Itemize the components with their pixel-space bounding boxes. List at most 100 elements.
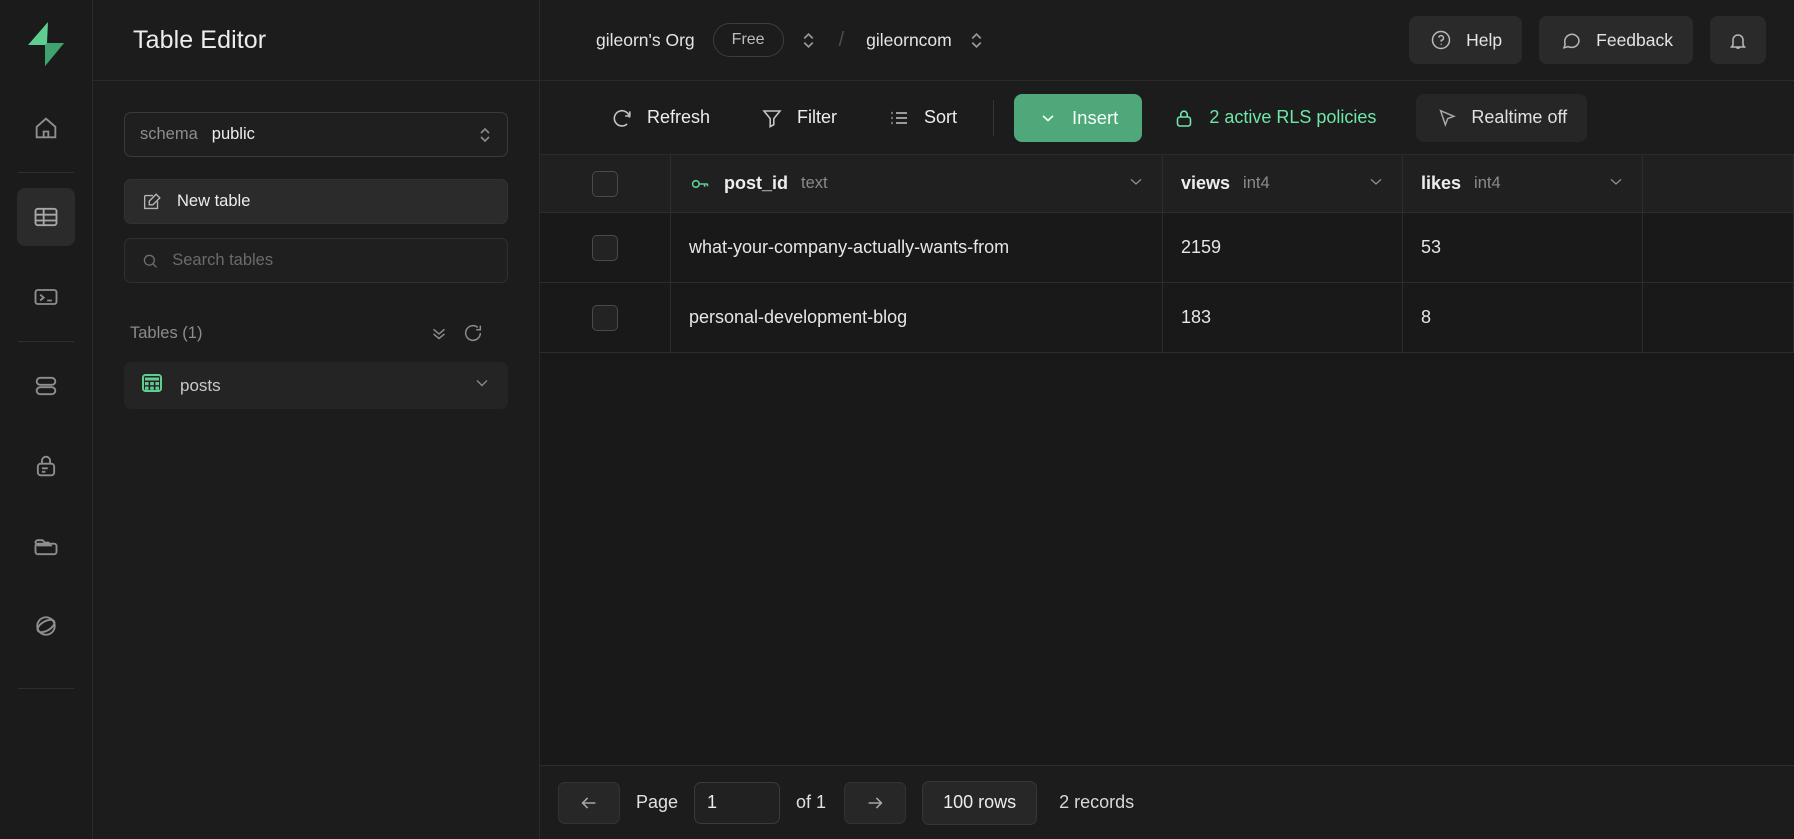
rail-divider [18,341,74,342]
insert-label: Insert [1072,106,1119,128]
refresh-button[interactable]: Refresh [596,96,724,140]
lock-icon [1177,109,1192,127]
rail-item-database[interactable] [17,357,75,415]
table-name: posts [180,375,221,395]
chevron-down-icon[interactable] [472,373,492,398]
rls-label: 2 active RLS policies [1209,107,1377,127]
column-name: views [1181,173,1231,193]
cell-value: 53 [1421,237,1442,257]
insert-button[interactable]: Insert [1014,93,1143,142]
cell-post_id[interactable]: what-your-company-actually-wants-from [671,213,1163,282]
new-table-button[interactable]: New table [124,179,508,224]
select-all-cell[interactable] [540,155,671,212]
cell-likes[interactable]: 8 [1403,283,1643,352]
rail-item-edge-functions[interactable] [17,597,75,655]
search-icon [143,254,158,268]
column-header-post_id[interactable]: post_id text [671,155,1163,212]
filter-label: Filter [797,107,838,127]
row-checkbox[interactable] [592,234,618,261]
funnel-icon [762,109,782,128]
tables-count-label: Tables (1) [130,323,203,342]
breadcrumb-org[interactable]: gileorn's Org [596,30,695,51]
row-checkbox[interactable] [592,304,618,331]
bell-icon [1730,34,1746,50]
help-label: Help [1466,29,1503,50]
rail-item-sql-editor[interactable] [17,268,75,326]
chevron-down-icon [1042,114,1054,122]
tables-section-header: Tables (1) [124,318,508,348]
table-grid-icon [140,371,164,400]
column-header-views[interactable]: views int4 [1163,155,1403,212]
panel-header: Table Editor [93,0,539,81]
row-select-cell[interactable] [540,283,671,352]
feedback-button[interactable]: Feedback [1539,16,1693,64]
column-name: post_id [724,173,789,193]
rls-policies-button[interactable]: 2 active RLS policies [1172,106,1376,130]
pagination-bar: Page of 1 100 rows 2 records [540,765,1794,839]
cell-likes[interactable]: 53 [1403,213,1643,282]
realtime-toggle-button[interactable]: Realtime off [1416,93,1588,142]
plan-badge[interactable]: Free [712,23,784,57]
help-circle-icon [1431,30,1451,50]
grid-toolbar: Refresh Filter Sort Insert 2 active RLS … [540,81,1794,155]
sort-button[interactable]: Sort [873,96,971,140]
list-item[interactable]: posts [124,362,508,409]
rail-item-home[interactable] [17,99,75,157]
arrow-right-icon [868,796,883,809]
row-select-cell[interactable] [540,213,671,282]
column-type: int4 [1243,174,1270,192]
column-header-overflow [1643,155,1794,212]
previous-page-button[interactable] [558,781,620,824]
refresh-icon[interactable] [456,320,490,346]
org-switcher-icon[interactable] [800,31,817,50]
new-table-label: New table [177,192,251,210]
cell-post_id[interactable]: personal-development-blog [671,283,1163,352]
rail-item-storage[interactable] [17,517,75,575]
refresh-icon [613,109,631,127]
top-bar: gileorn's Org Free / gileorncom Help Fee… [540,0,1794,81]
refresh-label: Refresh [647,107,711,127]
chevron-up-down-icon [477,126,493,144]
supabase-logo-icon[interactable] [20,18,72,70]
message-bubble-icon [1562,33,1580,49]
cell-overflow [1643,213,1794,282]
search-tables-box[interactable] [124,238,508,283]
rail-item-table-editor[interactable] [17,188,75,246]
table-row[interactable]: personal-development-blog 183 8 [540,283,1794,353]
chevrons-down-icon[interactable] [422,320,456,346]
cell-views[interactable]: 2159 [1163,213,1403,282]
chevron-down-icon[interactable] [1606,171,1626,196]
chevron-down-icon[interactable] [1126,171,1146,196]
schema-selector[interactable]: schema public [124,112,508,157]
filter-button[interactable]: Filter [746,96,851,140]
rows-per-page-button[interactable]: 100 rows [922,780,1038,825]
column-name: likes [1421,173,1462,193]
table-row[interactable]: what-your-company-actually-wants-from 21… [540,213,1794,283]
data-grid: post_id text views int4 likes int4 what-… [540,155,1794,765]
breadcrumb-project[interactable]: gileorncom [866,30,952,51]
project-switcher-icon[interactable] [968,31,985,50]
page-total-label: of 1 [796,792,827,812]
schema-value: public [211,125,255,143]
notifications-button[interactable] [1710,16,1766,64]
new-table-pencil-icon [143,192,161,209]
next-page-button[interactable] [844,781,907,824]
table-editor-panel: Table Editor schema public New table Tab… [93,0,540,839]
page-label: Page [636,792,679,812]
toolbar-divider [993,99,995,136]
rows-per-page-label: 100 rows [943,792,1017,812]
record-count-label: 2 records [1059,792,1135,812]
chevron-down-icon[interactable] [1366,171,1386,196]
rail-item-authentication[interactable] [17,437,75,495]
help-button[interactable]: Help [1409,16,1523,64]
cell-views[interactable]: 183 [1163,283,1403,352]
page-title: Table Editor [133,25,267,54]
cell-value: 2159 [1181,237,1222,257]
search-tables-input[interactable] [172,251,491,270]
cursor-pointer-icon [1439,108,1457,127]
column-header-likes[interactable]: likes int4 [1403,155,1643,212]
page-number-input[interactable] [694,781,781,824]
select-all-checkbox[interactable] [592,170,618,197]
main-content: gileorn's Org Free / gileorncom Help Fee… [540,0,1794,839]
schema-label: schema [140,125,198,143]
